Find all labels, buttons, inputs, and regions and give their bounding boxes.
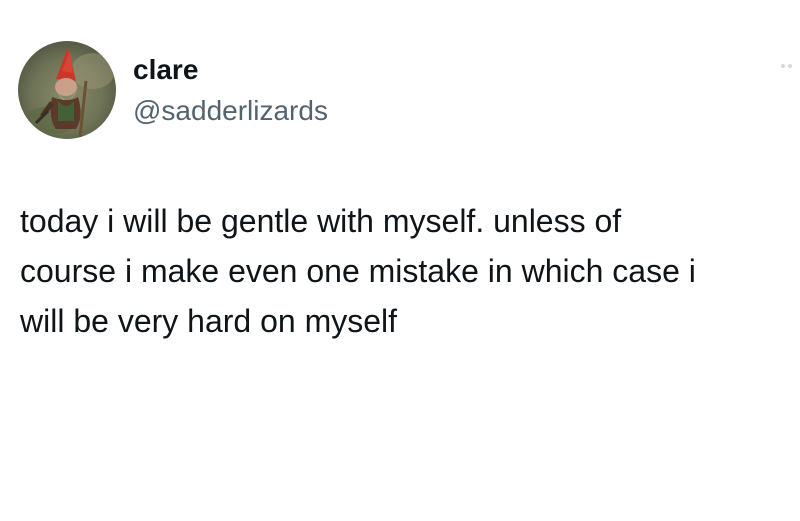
avatar[interactable] [18, 41, 116, 139]
tweet-text-line: will be very hard on myself [20, 303, 398, 339]
author-display-name[interactable]: clare [133, 52, 198, 88]
tweet-text: today i will be gentle with myself. unle… [20, 196, 792, 346]
tweet-card: clare @sadderlizards today i will be gen… [0, 0, 800, 521]
tweet-text-line: today i will be gentle with myself. unle… [20, 203, 622, 239]
more-dot-icon [781, 64, 785, 68]
gnome-avatar-icon [18, 41, 116, 139]
more-options-icon[interactable] [781, 59, 799, 73]
tweet-text-line: course i make even one mistake in which … [20, 253, 696, 289]
author-handle[interactable]: @sadderlizards [133, 93, 328, 129]
more-dot-icon [788, 64, 792, 68]
